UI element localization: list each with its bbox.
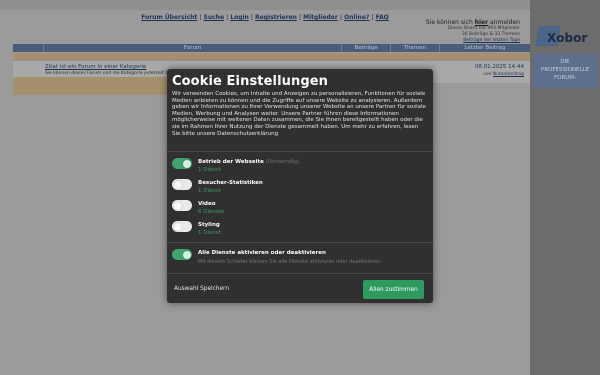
ad-tagline-line: FORUM-	[553, 75, 577, 81]
nav-members[interactable]: Mitglieder	[303, 14, 338, 21]
nav-register[interactable]: Registrieren	[255, 14, 297, 21]
xobor-ad-banner: DIE PROFESSIONELLE FORUM-	[533, 54, 597, 88]
option-service-count-link[interactable]: 1 Dienst	[198, 167, 221, 173]
option-label-text: Betrieb der Webseite	[198, 159, 264, 165]
nav-separator: |	[339, 14, 342, 21]
nav-separator: |	[250, 14, 253, 21]
toggle-website-operation[interactable]	[172, 158, 192, 169]
last-post-author-link[interactable]: Nutzerbeitrag	[493, 72, 524, 77]
dialog-title: Cookie Einstellungen	[172, 74, 329, 89]
header-icon-col	[13, 44, 44, 52]
top-bar	[0, 0, 530, 10]
ad-tagline-line: DIE	[560, 59, 570, 65]
nav-online[interactable]: Online?	[344, 14, 369, 21]
board-last-post: 08.01.2025 14:44 von Nutzerbeitrag	[475, 64, 524, 78]
divider	[167, 151, 433, 152]
option-description: Mit diesem Schalter können Sie alle Dien…	[198, 259, 382, 265]
xobor-ad[interactable]: Xobor DIE PROFESSIONELLE FORUM-	[533, 22, 597, 92]
toggle-knob	[183, 159, 191, 168]
option-required-note: (Notwendig)	[265, 159, 300, 165]
header-topics: Themen	[391, 44, 440, 52]
save-selection-button[interactable]: Auswahl Speichern	[174, 286, 229, 292]
toggle-video[interactable]	[172, 200, 192, 211]
toggle-knob	[173, 201, 182, 210]
option-service-count-link[interactable]: 1 Dienst	[198, 230, 221, 236]
nav-faq[interactable]: FAQ	[376, 14, 389, 21]
nav-login[interactable]: Login	[230, 14, 249, 21]
last-post-by-prefix: von	[483, 72, 492, 77]
option-service-count-link[interactable]: 1 Dienst	[198, 188, 221, 194]
ad-tagline-line: PROFESSIONELLE	[540, 67, 590, 73]
board-description: Sie können dieses Forum und die Kategori…	[45, 71, 182, 76]
login-hint-prefix: Sie können sich	[425, 19, 473, 26]
accept-all-button[interactable]: Allen zustimmen	[363, 280, 424, 299]
toggle-styling[interactable]	[172, 221, 192, 232]
last-post-author: von Nutzerbeitrag	[475, 71, 524, 78]
toggle-knob	[183, 250, 191, 259]
nav-separator: |	[299, 14, 302, 21]
header-forum: Forum	[44, 44, 343, 52]
toggle-all-services[interactable]	[172, 249, 192, 260]
xobor-logo: Xobor	[547, 31, 588, 45]
header-posts: Beiträge	[342, 44, 392, 52]
header-last-post: Letzter Beitrag	[464, 45, 506, 51]
nav-separator: |	[371, 14, 374, 21]
divider	[167, 242, 433, 243]
board-title-link[interactable]: Zitat ist ein Forum in einer Kategorie	[45, 64, 146, 70]
nav-search[interactable]: Suche	[204, 14, 225, 21]
nav-separator: |	[226, 14, 229, 21]
option-label-text: Styling	[198, 222, 220, 228]
option-label: Betrieb der Webseite (Notwendig)	[198, 159, 300, 165]
dialog-description: Wir verwenden Cookies, um Inhalte und An…	[172, 91, 426, 137]
option-label-text: Alle Dienste aktivieren oder deaktiviere…	[198, 250, 326, 256]
forum-footer-band	[13, 77, 173, 95]
table-header: Forum Beiträge Themen Letzter Beitrag	[13, 44, 530, 52]
login-here-link[interactable]: hier	[475, 19, 488, 26]
toggle-knob	[173, 180, 182, 189]
nav-separator: |	[199, 14, 202, 21]
divider	[167, 273, 433, 274]
option-label-text: Video	[198, 201, 216, 207]
last-post-date[interactable]: 08.01.2025 14:44	[475, 64, 524, 71]
login-hint-suffix: anmelden	[490, 19, 520, 26]
toggle-visitor-statistics[interactable]	[172, 179, 192, 190]
login-box: Sie können sich hier anmelden Dieses Boa…	[426, 20, 520, 44]
cookie-settings-dialog: Cookie Einstellungen Wir verwenden Cooki…	[167, 69, 433, 303]
nav-forum-overview[interactable]: Forum Übersicht	[141, 14, 197, 21]
toggle-knob	[173, 222, 182, 231]
option-service-count-link[interactable]: 6 Dienste	[198, 209, 224, 215]
category-row	[13, 53, 530, 60]
option-label-text: Besucher-Statistiken	[198, 180, 263, 186]
